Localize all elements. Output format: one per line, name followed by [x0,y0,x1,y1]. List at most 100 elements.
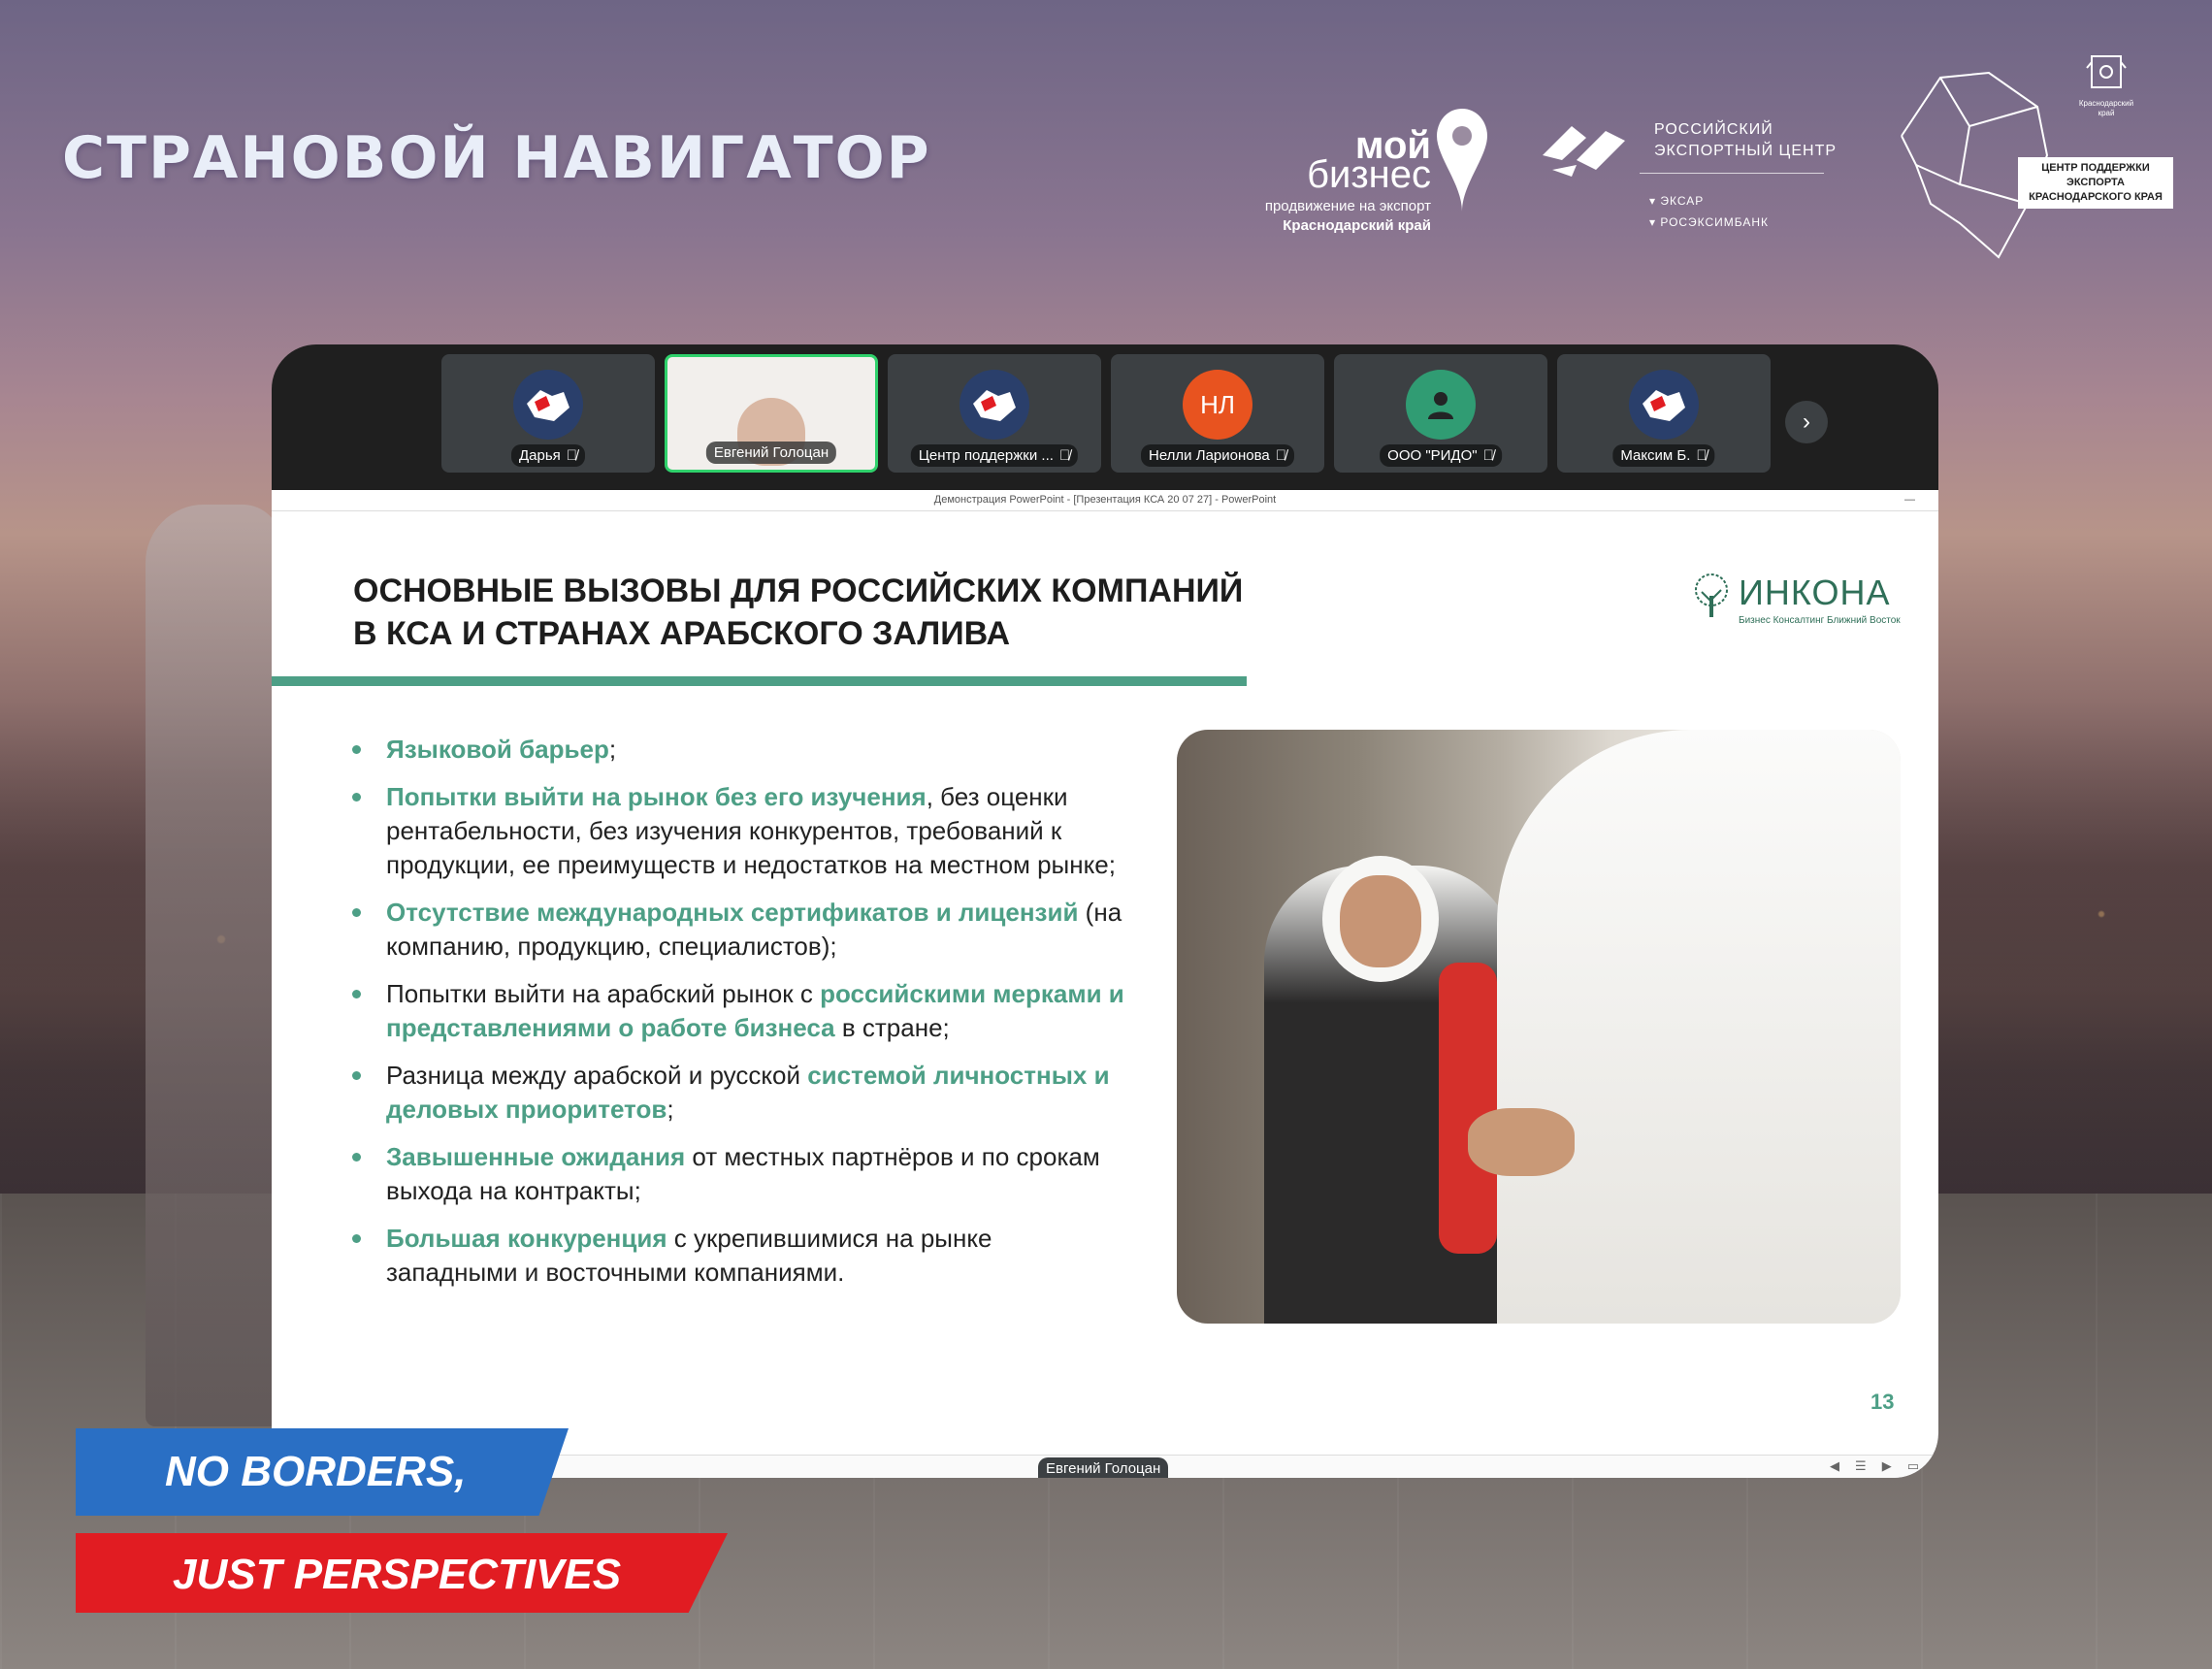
list-item: Попытки выйти на рынок без его изучения,… [349,780,1125,882]
bullet-highlight: Языковой барьер [386,735,609,764]
map-logo-avatar [513,370,583,440]
logo-subtitle-2: Краснодарский край [1283,217,1431,234]
map-logo-avatar [1629,370,1699,440]
page-title: СТРАНОВОЙ НАВИГАТОР [62,124,931,192]
participant-name: Евгений Голоцан [713,444,830,461]
rec-sub-exar: ▾ ЭКСАР [1649,194,1705,208]
presenter-badge: Евгений Голоцан [1038,1457,1169,1478]
mic-off-icon: 🎙̸ [1058,447,1071,464]
participant-tile[interactable]: Дарья 🎙̸ [441,354,655,473]
participant-name-badge: ООО "РИДО" 🎙̸ [1380,444,1502,467]
chevron-right-icon: › [1803,409,1810,435]
notes-icon[interactable]: ▭ [1907,1458,1919,1474]
logo-subtitle-1: продвижение на экспорт [1264,198,1431,214]
rec-mark-icon [1543,126,1625,177]
slide-accent-bar [272,676,1247,686]
participant-name: Нелли Ларионова [1149,447,1270,464]
rec-sub-roseximbank-text: РОСЭКСИМБАНК [1660,215,1770,229]
slideshow-controls: ◀ ☰ ▶ ▭ [1830,1458,1919,1474]
bullet-highlight: Попытки выйти на рынок без его изучения [386,782,927,811]
bullet-text: ; [667,1095,674,1124]
moy-biznes-logo: мой бизнес продвижение на экспорт Красно… [1247,107,1499,234]
photo-face [1340,875,1421,967]
tree-icon [1695,573,1728,617]
participant-name: Дарья [518,447,561,464]
participant-tile-active[interactable]: Евгений Голоцан [665,354,878,473]
mic-off-icon: 🎙̸ [1696,447,1708,464]
map-logo-icon [527,390,569,421]
ribbon-text-1: NO BORDERS, [165,1448,467,1495]
inkona-name: ИНКОНА [1739,573,1891,612]
minimize-icon[interactable]: — [1904,490,1915,509]
participant-tile[interactable]: НЛ Нелли Ларионова 🎙̸ [1111,354,1324,473]
region-label-3: КРАСНОДАРСКОГО КРАЯ [2029,191,2163,203]
participant-name-badge: Евгений Голоцан [705,442,837,464]
crest-label: Краснодарский край [2078,99,2134,117]
initials-avatar: НЛ [1183,370,1252,440]
participant-tile[interactable]: Центр поддержки ... 🎙̸ [888,354,1101,473]
region-label-box: ЦЕНТР ПОДДЕРЖКИ ЭКСПОРТА КРАСНОДАРСКОГО … [2018,157,2173,209]
region-logo: Краснодарский край ЦЕНТР ПОДДЕРЖКИ ЭКСПО… [1882,49,2173,262]
bullet-highlight: Отсутствие международных сертификатов и … [386,898,1079,927]
participant-name-badge: Дарья 🎙̸ [510,444,586,467]
slide-number: 13 [1870,1390,1895,1414]
ppt-window-title: Демонстрация PowerPoint - [Презентация К… [933,494,1277,506]
logo-word-2: бизнес [1307,153,1431,196]
ribbon-text-2: JUST PERSPECTIVES [173,1551,622,1598]
rec-title-1: РОССИЙСКИЙ [1654,121,1773,138]
prev-slide-icon[interactable]: ◀ [1830,1458,1839,1474]
list-item: Отсутствие международных сертификатов и … [349,896,1125,964]
photo-figure-right [1497,730,1901,1324]
participant-name-badge: Нелли Ларионова 🎙̸ [1141,444,1294,467]
slide-title: ОСНОВНЫЕ ВЫЗОВЫ ДЛЯ РОССИЙСКИХ КОМПАНИЙ … [353,570,1243,655]
rec-logo: РОССИЙСКИЙ ЭКСПОРТНЫЙ ЦЕНТР ▾ ЭКСАР ▾ РО… [1533,107,1836,233]
photo-red-figure [1439,963,1497,1254]
participant-tile[interactable]: ООО "РИДО" 🎙̸ [1334,354,1547,473]
slide-title-line-1: ОСНОВНЫЕ ВЫЗОВЫ ДЛЯ РОССИЙСКИХ КОМПАНИЙ [353,573,1244,609]
list-item: Большая конкуренция с укрепившимися на р… [349,1222,1125,1290]
list-item: Попытки выйти на арабский рынок с россий… [349,977,1125,1045]
ribbon-perspectives: JUST PERSPECTIVES [76,1533,728,1613]
challenges-list: Языковой барьер; Попытки выйти на рынок … [349,733,1125,1303]
background-figure [146,505,281,1426]
participant-name: Центр поддержки ... [918,447,1054,464]
ribbon-no-borders: NO BORDERS, [76,1428,569,1516]
photo-handshake [1468,1108,1575,1176]
menu-icon[interactable]: ☰ [1855,1458,1867,1474]
bullet-text: ; [608,735,617,764]
rec-sub-roseximbank: ▾ РОСЭКСИМБАНК [1649,215,1770,229]
region-label-1: ЦЕНТР ПОДДЕРЖКИ [2041,162,2150,174]
inkona-tagline: Бизнес Консалтинг Ближний Восток [1739,615,1901,626]
rec-title-2: ЭКСПОРТНЫЙ ЦЕНТР [1654,143,1838,159]
bullet-highlight: Завышенные ожидания [386,1142,686,1171]
rec-sub-exar-text: ЭКСАР [1660,194,1705,208]
list-item: Языковой барьер; [349,733,1125,767]
bullet-text: в стране; [834,1013,950,1042]
ppt-titlebar: Демонстрация PowerPoint - [Презентация К… [272,490,1938,511]
map-logo-icon [973,390,1016,421]
bullet-text: Попытки выйти на арабский рынок с [386,979,821,1008]
map-logo-avatar [960,370,1029,440]
handshake-photo [1177,730,1901,1324]
participant-strip: Дарья 🎙̸ Евгений Голоцан Центр поддержки … [441,354,1771,475]
crest-icon [2086,55,2127,88]
next-participants-button[interactable]: › [1785,401,1828,443]
participant-name: ООО "РИДО" [1387,447,1478,464]
next-slide-icon[interactable]: ▶ [1882,1458,1892,1474]
bullet-highlight: Большая конкуренция [386,1224,667,1253]
participant-name: Максим Б. [1620,447,1691,464]
map-logo-icon [1643,390,1685,421]
region-label-2: ЭКСПОРТА [2066,177,2125,188]
mic-off-icon: 🎙̸ [566,447,578,464]
slide-title-line-2: В КСА И СТРАНАХ АРАБСКОГО ЗАЛИВА [353,615,1011,652]
rec-divider [1640,173,1824,174]
powerpoint-share: Демонстрация PowerPoint - [Презентация К… [272,490,1938,1478]
meeting-window: Дарья 🎙̸ Евгений Голоцан Центр поддержки … [272,344,1938,1478]
participant-name-badge: Центр поддержки ... 🎙̸ [910,444,1079,467]
person-icon [1428,392,1453,419]
location-pin-icon [1437,109,1487,212]
list-item: Завышенные ожидания от местных партнёров… [349,1140,1125,1208]
participant-tile[interactable]: Максим Б. 🎙̸ [1557,354,1771,473]
participant-name-badge: Максим Б. 🎙̸ [1612,444,1715,467]
person-avatar [1406,370,1476,440]
